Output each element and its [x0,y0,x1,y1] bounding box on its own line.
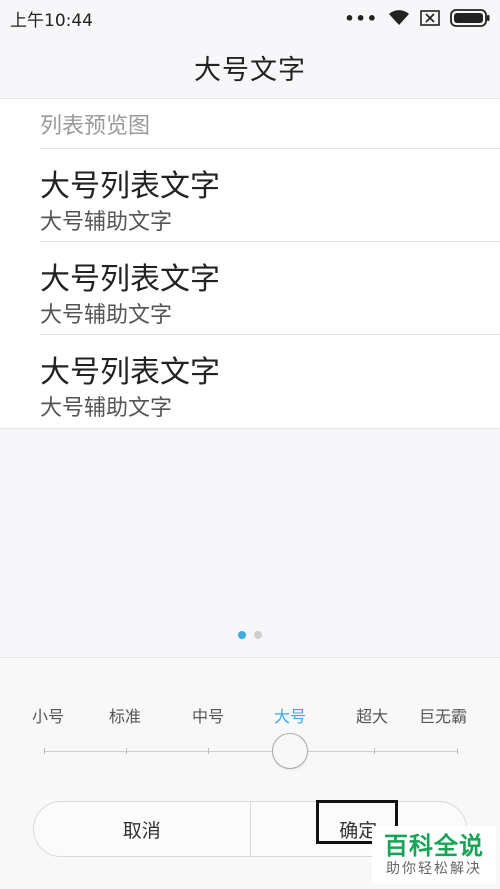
slider-tick [374,748,375,754]
font-size-slider[interactable] [44,733,458,769]
list-item: 大号列表文字 大号辅助文字 [40,335,500,428]
watermark-subtitle: 助你轻松解决 [386,861,482,877]
slider-tick [208,748,209,754]
list-item-subtitle: 大号辅助文字 [40,303,173,328]
size-option-medium[interactable]: 中号 [192,703,224,727]
size-option-standard[interactable]: 标准 [109,703,141,727]
slider-thumb[interactable] [272,733,308,769]
page-title: 大号文字 [194,54,306,86]
preview-header-label: 列表预览图 [40,113,151,139]
slider-tick [126,748,127,754]
size-option-large[interactable]: 大号 [274,703,306,727]
slider-tick [44,748,45,754]
list-preview: 列表预览图 大号列表文字 大号辅助文字 大号列表文字 大号辅助文字 大号列表文字… [0,98,500,429]
list-item-title: 大号列表文字 [40,169,220,204]
font-size-labels: 小号 标准 中号 大号 超大 巨无霸 [0,703,500,727]
more-dots-icon: ••• [344,8,378,28]
list-item-title: 大号列表文字 [40,355,220,390]
list-item-subtitle: 大号辅助文字 [40,210,173,235]
slider-tick [457,748,458,754]
list-item: 大号列表文字 大号辅助文字 [40,149,500,242]
watermark: 百科全说 助你轻松解决 [372,826,496,884]
page-indicator [0,631,500,639]
watermark-title: 百科全说 [384,832,484,860]
no-sim-icon [420,10,440,26]
status-time: 上午10:44 [10,10,93,31]
wifi-icon [388,10,410,26]
list-item-title: 大号列表文字 [40,262,220,297]
title-bar: 大号文字 [0,36,500,98]
size-option-small[interactable]: 小号 [32,703,64,727]
size-option-huge[interactable]: 巨无霸 [419,703,467,727]
cancel-button[interactable]: 取消 [34,802,250,856]
status-bar: 上午10:44 ••• [0,0,500,36]
size-option-xlarge[interactable]: 超大 [356,703,388,727]
page-dot[interactable] [254,631,262,639]
preview-header: 列表预览图 [40,99,500,149]
status-icons: ••• [344,9,490,28]
list-item: 大号列表文字 大号辅助文字 [40,242,500,335]
page-dot-active[interactable] [238,631,246,639]
list-item-subtitle: 大号辅助文字 [40,396,173,421]
battery-icon [450,9,490,27]
